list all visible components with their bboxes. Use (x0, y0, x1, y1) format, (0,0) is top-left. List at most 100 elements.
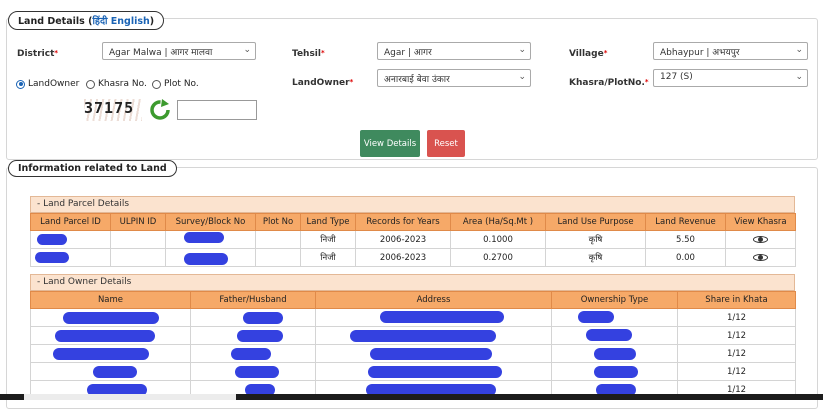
redaction-mark (184, 232, 224, 243)
tehsil-select[interactable]: Agar | आगर ⌄ (377, 42, 531, 60)
land-parcel-heading: - Land Parcel Details (30, 196, 795, 213)
district-label: District* (17, 49, 59, 59)
refresh-captcha-icon[interactable] (148, 99, 172, 121)
land-use-cell: कृषि (545, 230, 646, 249)
land-owner-table: Name Father/Husband Address Ownership Type S… (30, 291, 796, 399)
ownership-type-cell (551, 308, 678, 327)
survey-no-cell (165, 230, 256, 249)
years-cell: 2006-2023 (355, 248, 451, 267)
radio-landowner[interactable]: LandOwner (16, 79, 79, 89)
view-khasra-cell[interactable] (725, 230, 796, 249)
redaction-mark (370, 348, 492, 360)
language-english-link[interactable]: English (111, 16, 150, 27)
chevron-down-icon: ⌄ (243, 45, 251, 55)
ownership-type-cell (551, 362, 678, 381)
parcel-col-header: Survey/Block No (165, 213, 256, 231)
redaction-mark (594, 348, 636, 360)
share-cell: 1/12 (677, 326, 796, 345)
radio-empty-icon (152, 79, 161, 89)
language-hindi-link[interactable]: हिंदी (92, 16, 107, 27)
redaction-mark (578, 311, 614, 323)
district-select[interactable]: Agar Malwa | आगर मालवा ⌄ (102, 42, 256, 60)
chevron-down-icon: ⌄ (518, 45, 526, 55)
redaction-mark (235, 366, 279, 378)
owner-row: 1/12 (30, 308, 796, 327)
land-type-cell: निजी (300, 230, 356, 249)
captcha-input[interactable] (177, 100, 257, 120)
redaction-mark (55, 330, 155, 342)
plot-no-cell (255, 230, 301, 249)
reset-button[interactable]: Reset (427, 130, 465, 157)
landowner-select[interactable]: अनारबाई बेवा उंकार ⌄ (377, 69, 531, 87)
parcel-row: निजी 2006-2023 0.2700 कृषि 0.00 (30, 248, 796, 267)
parcel-col-header: Land Parcel ID (30, 213, 111, 231)
address-cell (315, 344, 552, 363)
owner-row: 1/12 (30, 344, 796, 363)
parcel-row: निजी 2006-2023 0.1000 कृषि 5.50 (30, 230, 796, 249)
redaction-mark (368, 366, 502, 378)
parcel-col-header: Land Revenue (645, 213, 726, 231)
father-husband-cell (190, 326, 316, 345)
ownership-type-cell (551, 326, 678, 345)
landowner-label: LandOwner* (292, 78, 354, 88)
parcel-col-header: Area (Ha/Sq.Mt ) (450, 213, 546, 231)
ownership-type-cell (551, 344, 678, 363)
share-cell: 1/12 (677, 308, 796, 327)
parcel-col-header: Plot No (255, 213, 301, 231)
owner-name-cell (30, 326, 191, 345)
view-khasra-cell[interactable] (725, 248, 796, 267)
radio-empty-icon (86, 79, 95, 89)
owner-row: 1/12 (30, 362, 796, 381)
eye-icon[interactable] (753, 235, 768, 243)
parcel-col-header: View Khasra (725, 213, 796, 231)
taskbar-search[interactable] (24, 394, 236, 400)
area-cell: 0.1000 (450, 230, 546, 249)
redaction-mark (63, 312, 159, 324)
redaction-mark (53, 348, 149, 360)
revenue-cell: 0.00 (645, 248, 726, 267)
redaction-mark (380, 311, 504, 323)
ulpin-cell (110, 230, 166, 249)
parcel-col-header: ULPIN ID (110, 213, 166, 231)
father-husband-cell (190, 344, 316, 363)
owner-col-header: Address (315, 291, 552, 309)
land-info-legend: Information related to Land (8, 160, 177, 177)
ulpin-cell (110, 248, 166, 267)
eye-icon[interactable] (753, 253, 768, 261)
owner-name-cell (30, 362, 191, 381)
radio-plot-no[interactable]: Plot No. (152, 79, 199, 89)
chevron-down-icon: ⌄ (795, 45, 803, 55)
redaction-mark (350, 330, 496, 342)
owner-name-cell (30, 344, 191, 363)
father-husband-cell (190, 308, 316, 327)
share-cell: 1/12 (677, 362, 796, 381)
owner-col-header: Father/Husband (190, 291, 316, 309)
share-cell: 1/12 (677, 344, 796, 363)
redaction-mark (243, 312, 283, 324)
parcel-col-header: Land Type (300, 213, 356, 231)
owner-col-header: Share in Khata (677, 291, 796, 309)
address-cell (315, 326, 552, 345)
land-parcel-table: Land Parcel ID ULPIN ID Survey/Block No Plo… (30, 213, 796, 267)
khasra-plot-select[interactable]: 127 (S) ⌄ (653, 69, 808, 87)
radio-khasra-no[interactable]: Khasra No. (86, 79, 147, 89)
parcel-col-header: Land Use Purpose (545, 213, 646, 231)
owner-col-header: Name (30, 291, 191, 309)
owner-col-header: Ownership Type (551, 291, 678, 309)
village-select[interactable]: Abhaypur | अभयपुर ⌄ (653, 42, 808, 60)
owner-header-row: Name Father/Husband Address Ownership Type S… (30, 291, 796, 309)
taskbar (0, 394, 823, 400)
redaction-mark (35, 252, 69, 263)
redaction-mark (594, 366, 638, 378)
land-details-legend: Land Details (हिंदी English) (8, 11, 165, 30)
redaction-mark (37, 234, 67, 245)
survey-no-cell (165, 248, 256, 267)
chevron-down-icon: ⌄ (795, 72, 803, 82)
radio-selected-icon (16, 79, 25, 89)
redaction-mark (93, 366, 137, 378)
redaction-mark (231, 348, 271, 360)
years-cell: 2006-2023 (355, 230, 451, 249)
plot-no-cell (255, 248, 301, 267)
view-details-button[interactable]: View Details (360, 130, 420, 157)
land-details-title: Land Details (18, 16, 85, 27)
